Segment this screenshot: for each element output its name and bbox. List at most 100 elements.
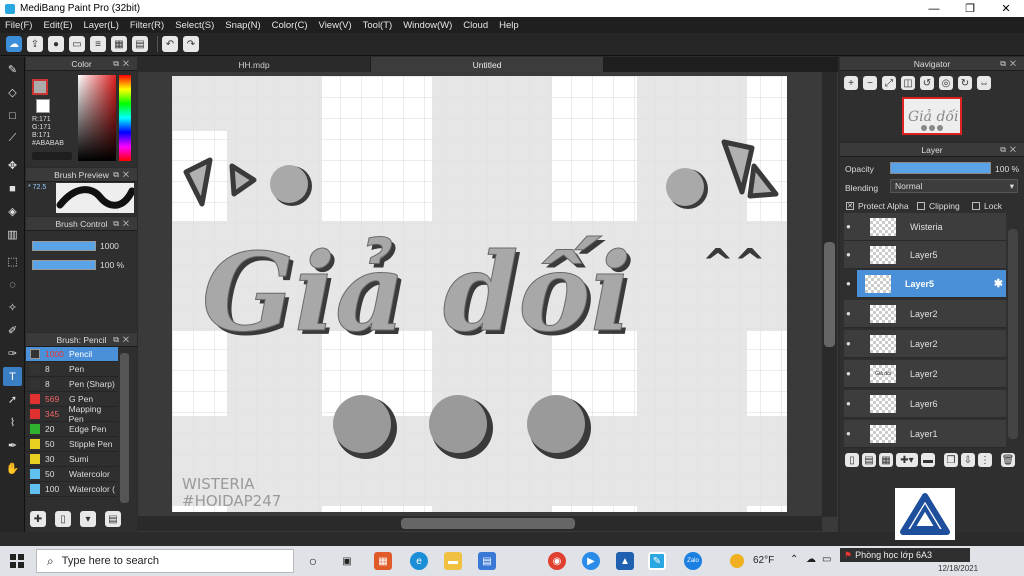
panel-controls-icon[interactable]: ⧉✕ (113, 219, 133, 229)
menu-view[interactable]: View(V) (319, 20, 352, 31)
fill-rect-icon[interactable]: ■ (3, 179, 22, 198)
photos-icon[interactable]: ▲ (616, 552, 634, 570)
bucket-icon[interactable]: ◈ (3, 202, 22, 221)
blending-select[interactable]: Normal ▾ (890, 179, 1018, 193)
layer-row[interactable]: ● Wisteria (844, 213, 1006, 241)
layer-row[interactable]: ● Giả dối Layer2 (844, 360, 1006, 388)
menu-color[interactable]: Color(C) (272, 20, 308, 31)
navigator-thumbnail[interactable]: Giả dối (902, 97, 962, 135)
brush-item-edge-pen[interactable]: 20 Edge Pen (26, 422, 118, 437)
rotate-right-icon[interactable]: ↻ (958, 76, 972, 90)
visibility-icon[interactable]: ● (846, 429, 856, 438)
gear-icon[interactable]: ✱ (994, 277, 1003, 290)
lock-toggle[interactable]: Lock (972, 201, 1002, 211)
weather-temp[interactable]: 62°F (753, 555, 774, 566)
onedrive-icon[interactable]: ☁ (806, 554, 816, 565)
eraser-icon[interactable]: ◇ (3, 83, 22, 102)
share-icon[interactable]: ⇪ (27, 36, 43, 52)
store-icon[interactable]: ▤ (478, 552, 496, 570)
hand-icon[interactable]: ✋ (3, 459, 22, 478)
brush-item-pencil[interactable]: 1000 Pencil (26, 347, 118, 362)
zoom-icon[interactable]: ▶ (582, 552, 600, 570)
new-halftone-layer-icon[interactable]: ▤ (862, 453, 876, 467)
windows-start-icon[interactable] (10, 554, 24, 568)
reset-rotate-icon[interactable]: ◎ (939, 76, 953, 90)
panel-controls-icon[interactable]: ⧉✕ (113, 170, 133, 180)
rectangle-icon[interactable]: □ (3, 106, 22, 125)
flip-icon[interactable]: ⇔ (977, 76, 991, 90)
layer-menu-icon[interactable]: ⋮ (978, 453, 992, 467)
brush-item-sumi[interactable]: 30 Sumi (26, 452, 118, 467)
grid-doc-icon[interactable]: ▦ (111, 36, 127, 52)
layer-row[interactable]: ● Layer2 (844, 330, 1006, 358)
menu-select[interactable]: Select(S) (175, 20, 214, 31)
magic-wand-icon[interactable]: ✧ (3, 298, 22, 317)
new-brush-icon[interactable]: ▯ (55, 511, 71, 527)
zoom-out-icon[interactable]: − (863, 76, 877, 90)
menu-edit[interactable]: Edit(E) (43, 20, 72, 31)
brush-opacity-slider[interactable] (32, 260, 96, 270)
cortana-icon[interactable]: ○ (304, 552, 322, 570)
maximize-button[interactable]: ❐ (952, 0, 988, 17)
rotate-left-icon[interactable]: ↺ (920, 76, 934, 90)
brush-size-slider[interactable] (32, 241, 96, 251)
secondary-color-swatch[interactable] (36, 99, 50, 113)
brush-item-watercolor[interactable]: 50 Watercolor (26, 467, 118, 482)
primary-color-swatch[interactable] (32, 79, 48, 95)
new-8bit-layer-icon[interactable]: ▦ (879, 453, 893, 467)
folder-icon[interactable]: ▬ (921, 453, 935, 467)
pen-icon[interactable]: ⟋ (3, 129, 22, 148)
file-explorer-icon[interactable]: ▬ (444, 552, 462, 570)
hue-slider[interactable] (119, 75, 131, 161)
layer-list-scrollbar[interactable] (1008, 229, 1018, 439)
menu-help[interactable]: Help (499, 20, 519, 31)
brush-item-pen[interactable]: 8 Pen (26, 362, 118, 377)
brush-item-stipple-pen[interactable]: 50 Stipple Pen (26, 437, 118, 452)
layer-row[interactable]: ● Layer2 (844, 300, 1006, 328)
lasso-icon[interactable]: ◌ (3, 275, 22, 294)
menu-filter[interactable]: Filter(R) (130, 20, 164, 31)
document-icon[interactable]: ≡ (90, 36, 106, 52)
select-pen-icon[interactable]: ✐ (3, 321, 22, 340)
tab-hh[interactable]: HH.mdp (138, 57, 370, 72)
panel-controls-icon[interactable]: ⧉✕ (113, 335, 133, 345)
panel-controls-icon[interactable]: ⧉✕ (1000, 145, 1020, 155)
eyedropper-icon[interactable]: ⌇ (3, 413, 22, 432)
visibility-icon[interactable]: ● (846, 369, 856, 378)
panel-controls-icon[interactable]: ⧉✕ (113, 59, 133, 69)
operation-icon[interactable]: ➚ (3, 390, 22, 409)
close-button[interactable]: ✕ (988, 0, 1024, 17)
layer-opacity-slider[interactable] (890, 162, 991, 174)
cloud-icon[interactable]: ☁ (6, 36, 22, 52)
visibility-icon[interactable]: ● (846, 222, 856, 231)
menu-cloud[interactable]: Cloud (463, 20, 488, 31)
visibility-icon[interactable]: ● (846, 339, 856, 348)
network-icon[interactable]: ▭ (822, 554, 831, 565)
menu-window[interactable]: Window(W) (403, 20, 452, 31)
medibang-icon[interactable]: ✎ (648, 552, 666, 570)
drawing-canvas[interactable]: Giả dối Giả dối ^^ WISTERIA #HOIDAP247 (172, 76, 787, 512)
add-brush-icon[interactable]: ✚ (30, 511, 46, 527)
chrome-icon[interactable]: ◉ (548, 552, 566, 570)
menu-tool[interactable]: Tool(T) (363, 20, 393, 31)
actual-size-icon[interactable]: ◫ (901, 76, 915, 90)
office-icon[interactable]: ▦ (374, 552, 392, 570)
brush-settings-icon[interactable]: ▤ (105, 511, 121, 527)
chat-icon[interactable]: ● (48, 36, 64, 52)
merge-down-icon[interactable]: ⇩ (961, 453, 975, 467)
layout-icon[interactable]: ▤ (132, 36, 148, 52)
vertical-scroll-thumb[interactable] (824, 242, 835, 347)
select-eraser-icon[interactable]: ✑ (3, 344, 22, 363)
add-layer-menu-icon[interactable]: ✚▾ (896, 453, 918, 467)
layer-row-selected[interactable]: Layer5 ✱ (857, 270, 1006, 298)
menu-snap[interactable]: Snap(N) (225, 20, 260, 31)
duplicate-layer-icon[interactable]: ❐ (944, 453, 958, 467)
brush-item-pen-sharp[interactable]: 8 Pen (Sharp) (26, 377, 118, 392)
menu-layer[interactable]: Layer(L) (84, 20, 119, 31)
visibility-icon[interactable]: ● (846, 399, 856, 408)
brush-list-scrollbar[interactable] (120, 353, 129, 503)
tab-untitled[interactable]: Untitled (371, 57, 603, 72)
canvas-vertical-scrollbar[interactable] (822, 72, 837, 517)
comment-icon[interactable]: ▭ (69, 36, 85, 52)
edge-icon[interactable]: e (410, 552, 428, 570)
